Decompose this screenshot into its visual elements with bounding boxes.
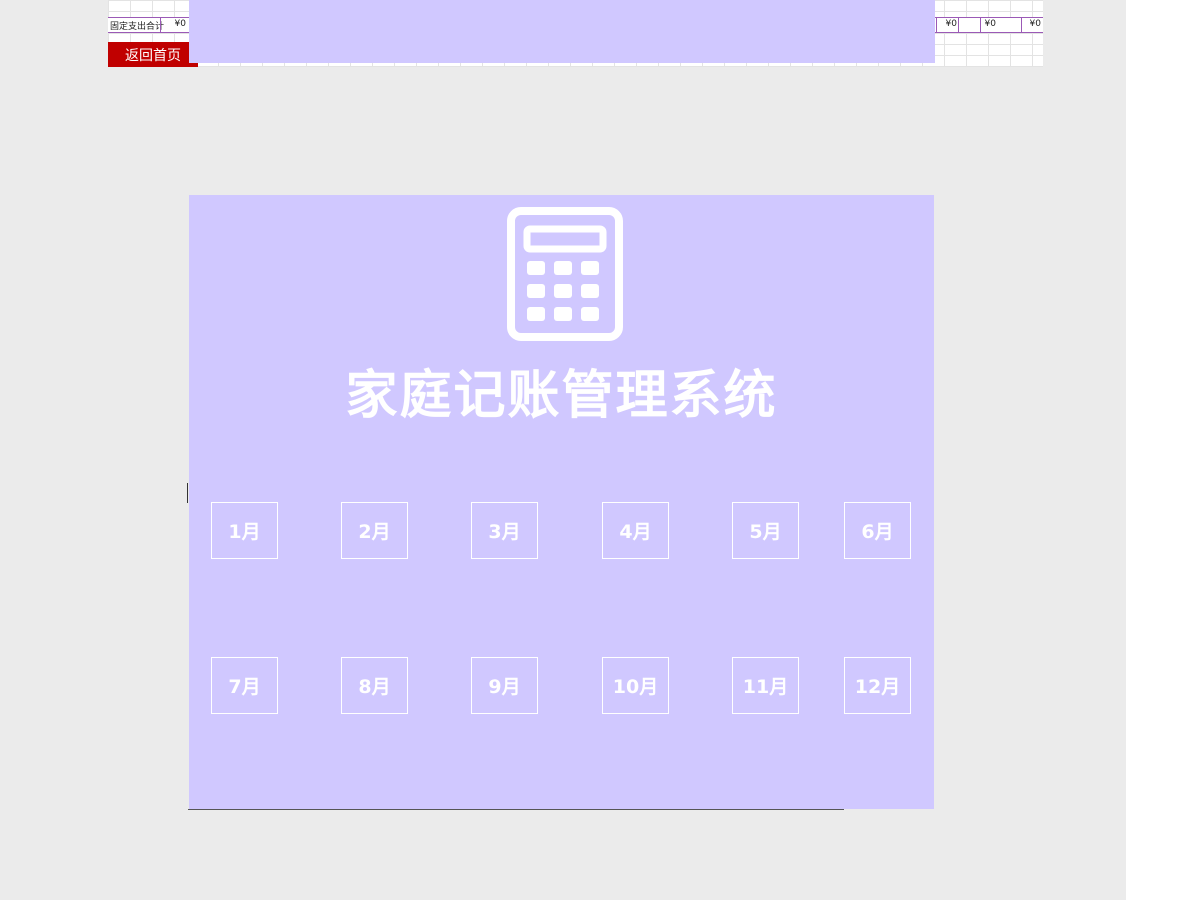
selection-marker: [187, 483, 188, 503]
month-button-3[interactable]: 3月: [471, 502, 538, 559]
month-button-4[interactable]: 4月: [602, 502, 669, 559]
app-title: 家庭记账管理系统: [345, 366, 778, 426]
total-row-label: 固定支出合计: [110, 22, 165, 32]
month-button-10[interactable]: 10月: [602, 657, 669, 714]
month-button-11[interactable]: 11月: [732, 657, 799, 714]
month-button-8[interactable]: 8月: [341, 657, 408, 714]
month-button-5[interactable]: 5月: [732, 502, 799, 559]
month-button-12[interactable]: 12月: [844, 657, 911, 714]
panel-bottom-edge: [188, 809, 844, 810]
month-button-7[interactable]: 7月: [211, 657, 278, 714]
total-cell[interactable]: ¥0: [1015, 19, 1041, 29]
month-button-9[interactable]: 9月: [471, 657, 538, 714]
month-button-6[interactable]: 6月: [844, 502, 911, 559]
month-button-2[interactable]: 2月: [341, 502, 408, 559]
cell-divider: [958, 18, 959, 32]
dashboard-panel: 家庭记账管理系统 1月 2月 3月 4月 5月 6月 7月 8月 9月 10月 …: [189, 195, 934, 809]
return-home-button[interactable]: 返回首页: [108, 42, 198, 67]
overlay-panel-top: [189, 0, 935, 63]
total-cell[interactable]: ¥0: [970, 19, 996, 29]
calculator-icon: [507, 207, 623, 341]
month-button-1[interactable]: 1月: [211, 502, 278, 559]
total-cell[interactable]: ¥0: [160, 19, 186, 29]
